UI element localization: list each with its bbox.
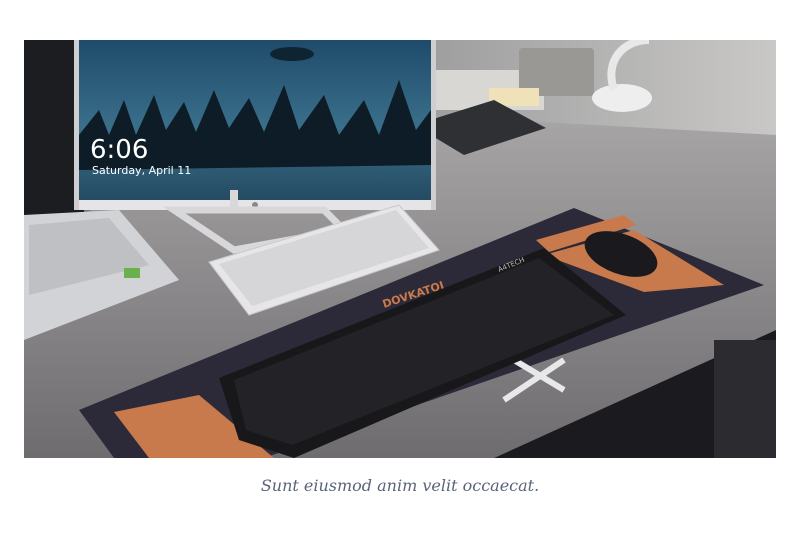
figure-caption: Sunt eiusmod anim velit occaecat.: [260, 476, 540, 495]
under-desk-object: [714, 340, 776, 458]
monitor-time: 6:06: [90, 135, 148, 165]
lamp-base: [592, 84, 652, 112]
screen-island: [270, 47, 314, 61]
desk-setup-photo: 6:06 Saturday, April 11 DOVKATOI A4TECH: [24, 40, 776, 458]
laptop-sticker: [124, 268, 140, 278]
monitor-date: Saturday, April 11: [92, 164, 191, 177]
